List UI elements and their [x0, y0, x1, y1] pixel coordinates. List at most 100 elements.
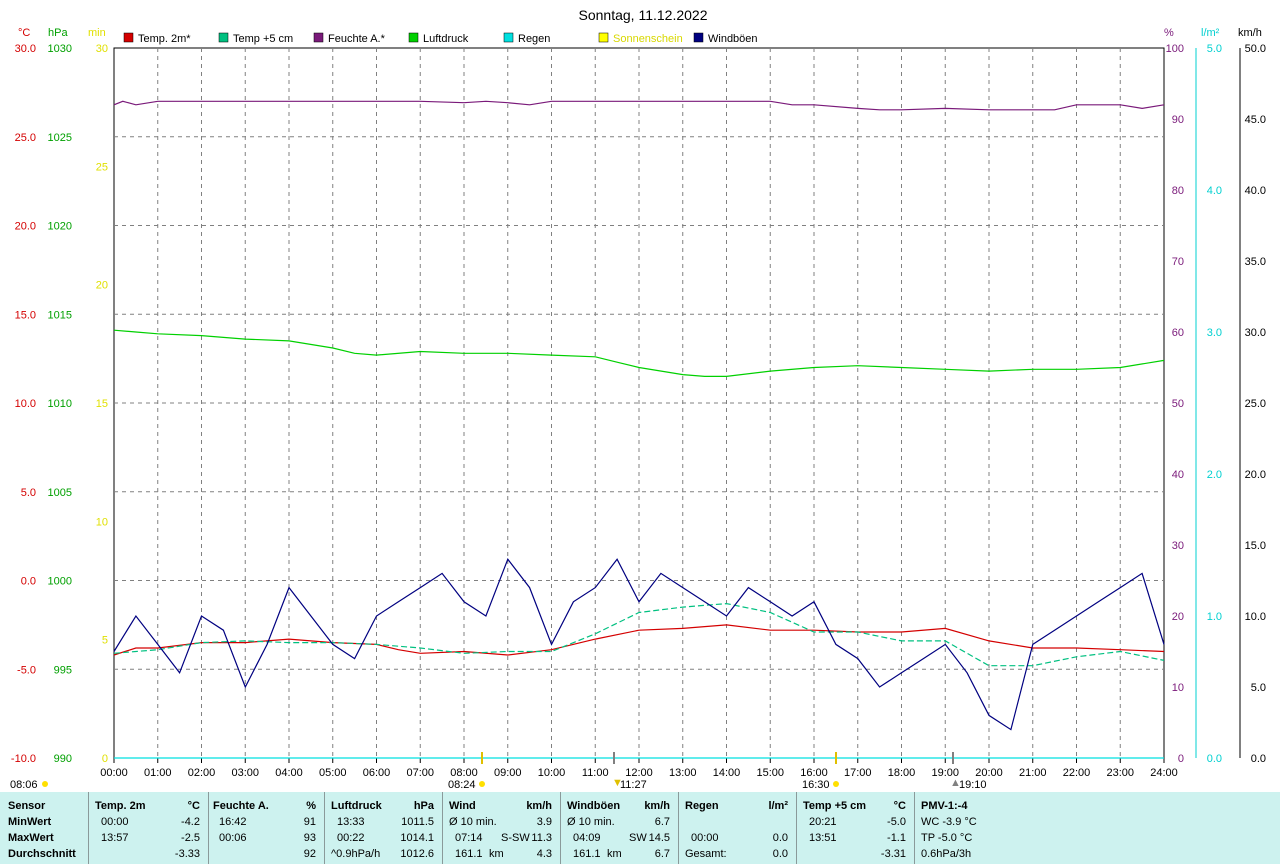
legend-swatch: [218, 32, 229, 43]
header-temp2m-unit: °C: [187, 800, 200, 812]
y-tick-pct: 60: [1172, 327, 1184, 339]
boeen-min-a: Ø 10 min.: [567, 816, 615, 828]
axis-unit-temp: °C: [18, 27, 30, 39]
x-tick-label: 16:00: [800, 767, 828, 779]
x-tick-label: 07:00: [406, 767, 434, 779]
y-tick-pct: 40: [1172, 469, 1184, 481]
y-tick-temp: 0.0: [21, 576, 36, 588]
y-tick-temp: -10.0: [11, 753, 36, 765]
wind-min-a: Ø 10 min.: [449, 816, 497, 828]
axis-unit-min: min: [88, 27, 106, 39]
luftdruck-max-val: 1014.1: [400, 832, 434, 844]
header-pmv: PMV-1:-4: [921, 800, 968, 812]
legend-swatch: [408, 32, 419, 43]
luftdruck-max-time: 00:22: [337, 832, 365, 844]
luftdruck-trend: ^0.9hPa/h: [331, 848, 381, 860]
y-tick-wind: 25.0: [1245, 398, 1266, 410]
legend-swatch: [313, 32, 324, 43]
y-tick-temp: 25.0: [15, 132, 36, 144]
temp2m-min-val: -4.2: [181, 816, 200, 828]
y-tick-min: 5: [102, 635, 108, 647]
header-windboeen: Windböen: [567, 800, 621, 812]
row-label-avg: Durchschnitt: [8, 848, 76, 860]
legend-label: Feuchte A.*: [328, 33, 386, 45]
stats-col-temp5cm: Temp +5 cm °C 20:21 -5.0 13:51 -1.1 -3.3…: [796, 792, 914, 864]
legend-swatch: [123, 32, 134, 43]
x-tick-label: 06:00: [363, 767, 391, 779]
stats-col-luftdruck: Luftdruck hPa 13:33 1011.5 00:22 1014.1 …: [324, 792, 442, 864]
luftdruck-min-time: 13:33: [337, 816, 365, 828]
x-tick-label: 00:00: [100, 767, 128, 779]
header-feuchte-unit: %: [306, 800, 316, 812]
legend-swatch: [598, 32, 609, 43]
y-tick-rain: 5.0: [1207, 43, 1222, 55]
legend-swatch: [693, 32, 704, 43]
pmv-tp: TP -5.0 °C: [921, 832, 973, 844]
y-tick-min: 25: [96, 161, 108, 173]
y-tick-min: 10: [96, 516, 108, 528]
feuchte-avg-val: 92: [303, 848, 316, 860]
feuchte-min-val: 91: [303, 816, 316, 828]
x-tick-label: 24:00: [1150, 767, 1178, 779]
header-temp2m: Temp. 2m: [95, 800, 146, 812]
legend-label: Luftdruck: [423, 33, 469, 45]
temp5cm-min-val: -5.0: [887, 816, 906, 828]
header-temp5cm: Temp +5 cm: [803, 800, 867, 812]
temp2m-max-val: -2.5: [181, 832, 200, 844]
header-feuchte: Feuchte A.: [213, 800, 269, 812]
y-tick-wind: 40.0: [1245, 185, 1266, 197]
boeen-max-val: 14.5: [648, 832, 670, 844]
boeen-max-dir: SW: [629, 832, 647, 844]
legend-swatch: [503, 32, 514, 43]
boeen-min-val: 6.7: [654, 816, 670, 828]
y-tick-min: 20: [96, 280, 108, 292]
legend-label: Sonnenschein: [613, 33, 683, 45]
x-tick-label: 01:00: [144, 767, 172, 779]
header-wind-unit: km/h: [526, 800, 552, 812]
legend-label: Windböen: [708, 33, 758, 45]
boeen-avg-val: 6.7: [654, 848, 670, 860]
regen-total-val: 0.0: [772, 848, 788, 860]
temp5cm-avg-val: -3.31: [880, 848, 906, 860]
y-tick-rain: 3.0: [1207, 327, 1222, 339]
temp5cm-min-time: 20:21: [809, 816, 837, 828]
x-tick-label: 03:00: [231, 767, 259, 779]
y-tick-hpa: 1015: [48, 309, 72, 321]
y-tick-temp: 30.0: [15, 43, 36, 55]
regen-max-time: 00:00: [691, 832, 719, 844]
pmv-trend: 0.6hPa/3h: [921, 848, 972, 860]
y-tick-min: 15: [96, 398, 108, 410]
header-sensor: Sensor: [8, 800, 46, 812]
sunrise-label: 08:24: [448, 779, 476, 791]
wind-max-time: 07:14: [455, 832, 483, 844]
stats-col-pmv: PMV-1:-4 WC -3.9 °C TP -5.0 °C 0.6hPa/3h: [914, 792, 1034, 864]
stats-col-regen: Regen l/m² 00:00 0.0 Gesamt: 0.0: [678, 792, 796, 864]
x-tick-label: 18:00: [888, 767, 916, 779]
wind-max-val: 11.3: [531, 832, 552, 844]
y-tick-rain: 0.0: [1207, 753, 1222, 765]
sunset-icon: [833, 781, 839, 787]
x-tick-label: 13:00: [669, 767, 697, 779]
axis-unit-hpa: hPa: [48, 27, 68, 39]
x-tick-label: 11:00: [582, 767, 609, 779]
y-tick-hpa: 1000: [48, 576, 72, 588]
y-tick-rain: 4.0: [1207, 185, 1222, 197]
header-windboeen-unit: km/h: [644, 800, 670, 812]
header-luftdruck: Luftdruck: [331, 800, 382, 812]
header-wind: Wind: [449, 800, 476, 812]
wind-min-val: 3.9: [536, 816, 552, 828]
pmv-wc: WC -3.9 °C: [921, 816, 977, 828]
wind-avg-val: 4.3: [536, 848, 552, 860]
y-tick-wind: 15.0: [1245, 540, 1266, 552]
y-tick-temp: -5.0: [17, 664, 36, 676]
wind-dist: 161.1: [455, 848, 483, 860]
luftdruck-avg-val: 1012.6: [400, 848, 434, 860]
y-tick-temp: 15.0: [15, 309, 36, 321]
x-tick-label: 17:00: [844, 767, 872, 779]
header-luftdruck-unit: hPa: [413, 800, 434, 812]
y-tick-pct: 30: [1172, 540, 1184, 552]
y-tick-pct: 10: [1172, 682, 1184, 694]
y-tick-wind: 5.0: [1251, 682, 1266, 694]
legend-label: Temp +5 cm: [233, 33, 293, 45]
feuchte-max-time: 00:06: [219, 832, 247, 844]
